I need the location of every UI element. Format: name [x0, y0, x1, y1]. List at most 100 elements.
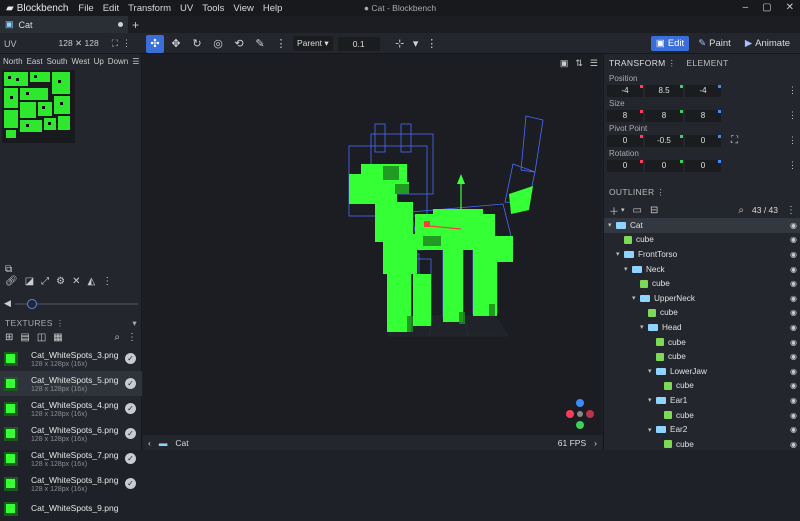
- menu-help[interactable]: Help: [263, 3, 283, 14]
- paint-more-icon[interactable]: ⋮: [102, 276, 112, 287]
- textures-more-icon[interactable]: ⋮: [56, 318, 65, 329]
- import-texture-icon[interactable]: ⊞: [5, 332, 13, 343]
- size-field-z[interactable]: 8: [685, 109, 721, 122]
- sort-icon[interactable]: ⇅: [575, 58, 583, 69]
- orientation-axes[interactable]: [566, 399, 594, 429]
- pivot-field-z[interactable]: 0: [685, 134, 721, 147]
- uv-face-west[interactable]: West: [71, 57, 89, 66]
- texture-check-icon[interactable]: ✓: [125, 453, 136, 464]
- eye-icon[interactable]: ◉: [790, 367, 797, 376]
- outliner-group[interactable]: ▾ Cat ◉: [604, 218, 800, 233]
- texture-toolbar-more-icon[interactable]: ⋮: [127, 332, 137, 343]
- add-element-icon[interactable]: ＋: [609, 203, 619, 218]
- outliner-group[interactable]: ▾ Ear1 ◉: [604, 393, 800, 408]
- outliner-cube[interactable]: cube ◉: [604, 437, 800, 452]
- outliner-search-icon[interactable]: ⌕: [738, 205, 744, 216]
- chevron-down-icon[interactable]: ▾: [640, 323, 648, 331]
- mirror-dropdown-icon[interactable]: ▾: [412, 35, 420, 53]
- menu-tools[interactable]: Tools: [202, 3, 224, 14]
- uv-face-checklist-icon[interactable]: ☰: [132, 57, 139, 66]
- outliner-group[interactable]: ▾ UpperNeck ◉: [604, 291, 800, 306]
- size-more-icon[interactable]: ⋮: [788, 110, 797, 121]
- fill-bucket-icon[interactable]: ◪: [25, 276, 34, 287]
- chevron-down-icon[interactable]: ▾: [648, 426, 656, 434]
- outliner-cube[interactable]: cube ◉: [604, 335, 800, 350]
- transform-more-icon[interactable]: ⋮: [668, 58, 677, 69]
- outliner-group[interactable]: ▾ FrontTorso ◉: [604, 247, 800, 262]
- step-value-input[interactable]: 0.1: [337, 36, 380, 51]
- more-menu-icon[interactable]: ⋮: [122, 38, 131, 49]
- triangle-icon[interactable]: ◭: [88, 276, 96, 287]
- eye-icon[interactable]: ◉: [790, 411, 797, 420]
- uv-texture-preview[interactable]: [2, 70, 75, 143]
- pivot-mode-select[interactable]: Parent ▾: [293, 36, 333, 51]
- outliner-group[interactable]: ▾ Neck ◉: [604, 262, 800, 277]
- uv-face-down[interactable]: Down: [108, 57, 128, 66]
- eye-icon[interactable]: ◉: [790, 381, 797, 390]
- texture-check-icon[interactable]: ✓: [125, 428, 136, 439]
- outliner-cube[interactable]: cube ◉: [604, 349, 800, 364]
- texture-check-icon[interactable]: ✓: [125, 378, 136, 389]
- new-tab-plus-icon[interactable]: +: [132, 18, 139, 32]
- tab-cat[interactable]: ▣ Cat: [0, 16, 128, 33]
- pivot-icon[interactable]: ◎: [209, 35, 227, 53]
- menu-edit[interactable]: Edit: [103, 3, 119, 14]
- texture-item[interactable]: Cat_WhiteSpots_9.png: [0, 496, 142, 521]
- brush-size-slider[interactable]: [14, 298, 138, 309]
- toolbar-more-icon-2[interactable]: ⋮: [423, 35, 441, 53]
- chevron-down-icon[interactable]: ▾: [648, 367, 656, 375]
- screenshot-icon[interactable]: ▣: [560, 58, 569, 69]
- texture-check-icon[interactable]: ✓: [125, 403, 136, 414]
- eye-icon[interactable]: ◉: [790, 235, 797, 244]
- translate-icon[interactable]: ✥: [167, 35, 185, 53]
- unsaved-dot-icon[interactable]: [118, 22, 123, 27]
- eye-icon[interactable]: ◉: [790, 294, 797, 303]
- pivot-more-icon[interactable]: ⋮: [788, 135, 797, 146]
- chevron-down-icon[interactable]: ▾: [616, 250, 624, 258]
- outliner-group[interactable]: ▾ Head ◉: [604, 320, 800, 335]
- fullscreen-icon[interactable]: ⛶: [112, 38, 118, 49]
- outliner-cube[interactable]: cube ◉: [604, 276, 800, 291]
- maximize-uv-icon[interactable]: ⤢: [41, 276, 49, 287]
- pivot-field-y[interactable]: -0.5: [645, 134, 683, 147]
- texture-check-icon[interactable]: ✓: [125, 353, 136, 364]
- collapse-left-icon[interactable]: ‹: [148, 438, 151, 448]
- viewport-menu-icon[interactable]: ☰: [590, 58, 598, 69]
- toolbar-more-icon[interactable]: ⋮: [272, 35, 290, 53]
- new-texture-icon[interactable]: ◫: [37, 332, 46, 343]
- collapse-all-icon[interactable]: ⊟: [650, 205, 658, 216]
- menu-uv[interactable]: UV: [180, 3, 193, 14]
- save-texture-icon[interactable]: ▤: [20, 332, 29, 343]
- collapse-icon[interactable]: ▾: [132, 318, 137, 329]
- copy-icon[interactable]: ⧉: [5, 264, 12, 275]
- outliner-group[interactable]: ▾ LowerJaw ◉: [604, 364, 800, 379]
- eye-icon[interactable]: ◉: [790, 250, 797, 259]
- tab-element[interactable]: ELEMENT: [686, 58, 728, 68]
- position-field-x[interactable]: -4: [607, 84, 643, 97]
- eye-icon[interactable]: ◉: [790, 279, 797, 288]
- size-field-x[interactable]: 8: [607, 109, 643, 122]
- link-icon[interactable]: 🔗︎: [5, 276, 18, 287]
- rotate-icon[interactable]: ↻: [188, 35, 206, 53]
- uv-face-east[interactable]: East: [27, 57, 43, 66]
- eye-icon[interactable]: ◉: [790, 323, 797, 332]
- outliner-toolbar-more-icon[interactable]: ⋮: [786, 205, 796, 216]
- chevron-down-icon[interactable]: ▾: [624, 265, 632, 273]
- outliner-cube[interactable]: cube ◉: [604, 306, 800, 321]
- eye-icon[interactable]: ◉: [790, 308, 797, 317]
- uv-face-south[interactable]: South: [47, 57, 68, 66]
- texture-grid-icon[interactable]: ▦: [53, 332, 62, 343]
- animate-mode-button[interactable]: ▶ Animate: [740, 36, 795, 51]
- chevron-down-icon[interactable]: ▾: [648, 396, 656, 404]
- eye-icon[interactable]: ◉: [790, 352, 797, 361]
- eye-icon[interactable]: ◉: [790, 425, 797, 434]
- add-dropdown-icon[interactable]: ▾: [621, 206, 625, 214]
- collapse-right-icon[interactable]: ›: [594, 438, 597, 448]
- menu-file[interactable]: File: [78, 3, 93, 14]
- uv-face-up[interactable]: Up: [94, 57, 104, 66]
- outliner-cube[interactable]: cube ◉: [604, 379, 800, 394]
- chevron-down-icon[interactable]: ▾: [608, 221, 616, 229]
- texture-item[interactable]: Cat_WhiteSpots_6.png 128 x 128px (16x) ✓: [0, 421, 142, 446]
- paint-mode-button[interactable]: ✎ Paint: [693, 36, 736, 51]
- rotation-field-z[interactable]: 0: [685, 159, 721, 172]
